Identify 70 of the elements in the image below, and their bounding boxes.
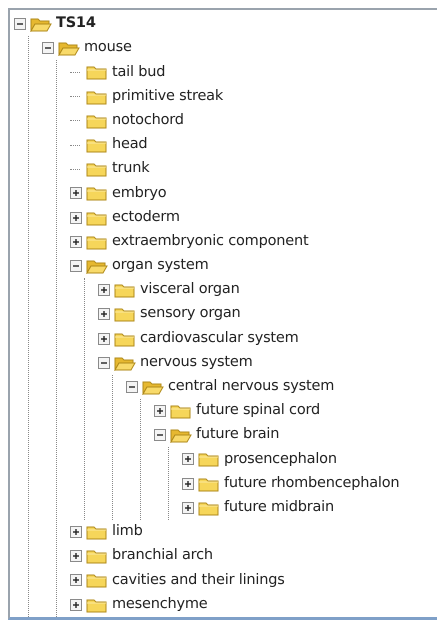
- expand-toggle[interactable]: [70, 187, 82, 200]
- expand-toggle[interactable]: [70, 212, 82, 224]
- tree-item-label[interactable]: central nervous system: [168, 376, 334, 398]
- tree-item-label[interactable]: mouse: [84, 37, 132, 60]
- open-folder-icon: [30, 16, 52, 32]
- folder-icon: [198, 451, 220, 468]
- collapse-toggle[interactable]: [126, 380, 138, 393]
- tree-item-label[interactable]: cardiovascular system: [140, 328, 299, 350]
- tree-item-label[interactable]: head: [112, 134, 148, 156]
- tree-item-label[interactable]: extraembryonic component: [112, 230, 308, 253]
- expand-toggle[interactable]: [98, 284, 110, 296]
- tree-item-label[interactable]: future rhombencephalon: [224, 472, 400, 495]
- tree-item-label[interactable]: future brain: [196, 424, 280, 446]
- tree-item-label[interactable]: prosencephalon: [224, 448, 337, 470]
- folder-icon: [86, 161, 108, 178]
- open-folder-icon: [114, 354, 136, 371]
- tree-item-label[interactable]: nervous system: [140, 352, 252, 374]
- folder-icon: [86, 596, 108, 613]
- expand-toggle[interactable]: [98, 332, 110, 345]
- expand-toggle[interactable]: [70, 598, 82, 611]
- tree-item-label[interactable]: primitive streak: [112, 86, 224, 108]
- open-folder-icon: [58, 40, 80, 56]
- expand-toggle[interactable]: [70, 526, 82, 538]
- folder-icon: [86, 548, 108, 564]
- expand-toggle[interactable]: [182, 502, 194, 514]
- folder-icon: [198, 500, 220, 516]
- expand-toggle[interactable]: [70, 550, 82, 562]
- folder-icon: [86, 112, 108, 129]
- open-folder-icon: [170, 427, 192, 444]
- collapse-toggle[interactable]: [98, 356, 110, 369]
- open-folder-icon: [86, 258, 108, 274]
- collapse-toggle[interactable]: [70, 260, 82, 272]
- expand-toggle[interactable]: [70, 236, 82, 248]
- tree-item-label[interactable]: cavities and their linings: [112, 570, 285, 592]
- expand-toggle[interactable]: [98, 308, 110, 320]
- tree-item-label[interactable]: trunk: [112, 158, 150, 180]
- tree-item-label[interactable]: future spinal cord: [196, 400, 320, 422]
- tree-item-label[interactable]: tail bud: [112, 62, 166, 84]
- tree-item-label[interactable]: organ system: [112, 255, 208, 277]
- tree-item-label[interactable]: ectoderm: [112, 206, 180, 228]
- folder-icon: [86, 234, 108, 250]
- tree-item-label[interactable]: limb: [112, 521, 143, 543]
- tree-item-label[interactable]: notochord: [112, 110, 184, 132]
- open-folder-icon: [142, 378, 164, 395]
- expand-toggle[interactable]: [70, 574, 82, 586]
- tree-item-label[interactable]: future midbrain: [224, 496, 334, 519]
- tree-item-label[interactable]: mesenchyme: [112, 594, 208, 616]
- folder-icon: [114, 282, 136, 298]
- tree-item-label[interactable]: sensory organ: [140, 303, 241, 326]
- expand-toggle[interactable]: [182, 478, 194, 490]
- tree-item-label[interactable]: visceral organ: [140, 279, 240, 302]
- folder-icon: [86, 210, 108, 226]
- folder-icon: [198, 476, 220, 492]
- folder-icon: [114, 306, 136, 322]
- collapse-toggle[interactable]: [42, 42, 54, 54]
- tree-item-label[interactable]: branchial arch: [112, 545, 213, 568]
- folder-icon: [170, 403, 192, 420]
- tree-item-label[interactable]: TS14: [56, 13, 96, 35]
- folder-icon: [86, 524, 108, 540]
- folder-icon: [86, 185, 108, 202]
- expand-toggle[interactable]: [154, 405, 166, 418]
- tree-item-label[interactable]: embryo: [112, 182, 166, 204]
- collapse-toggle[interactable]: [14, 18, 26, 30]
- folder-icon: [86, 88, 108, 105]
- folder-icon: [86, 64, 108, 80]
- collapse-toggle[interactable]: [154, 429, 166, 442]
- folder-icon: [114, 330, 136, 347]
- expand-toggle[interactable]: [182, 453, 194, 466]
- folder-icon: [86, 572, 108, 588]
- folder-icon: [86, 137, 108, 154]
